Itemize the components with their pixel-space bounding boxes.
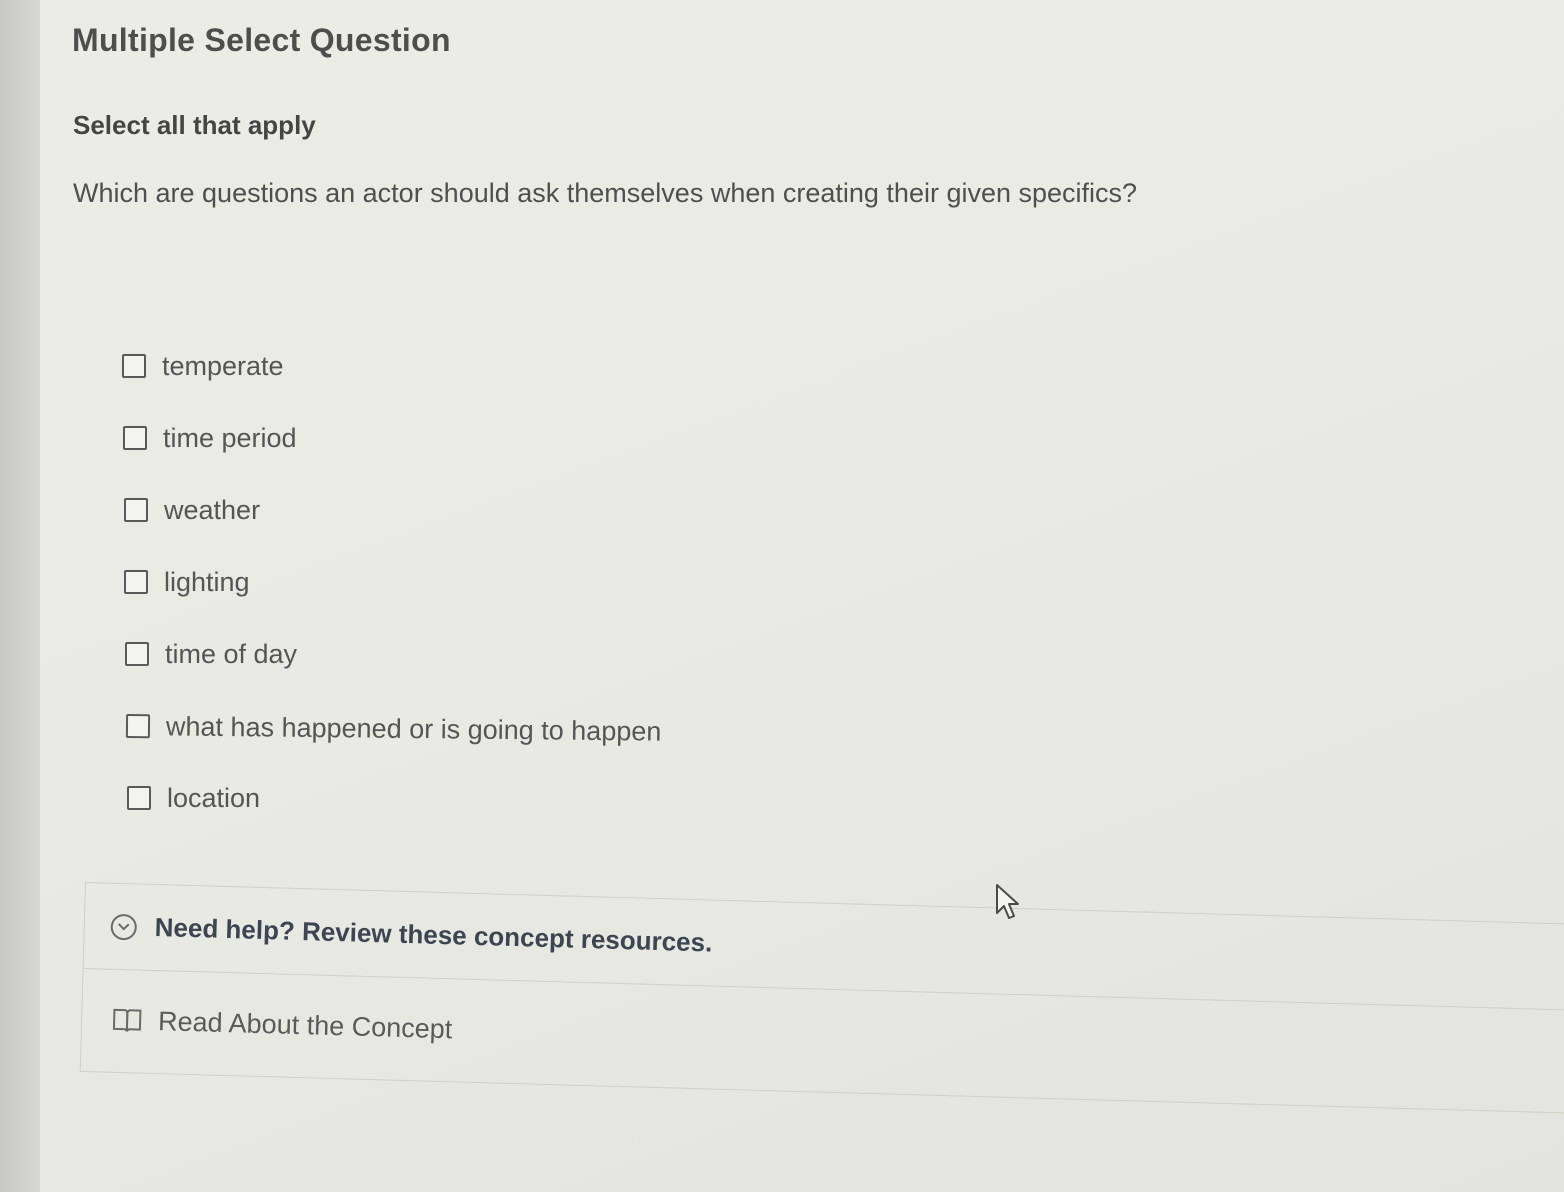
chevron-down-circle-icon <box>110 913 138 940</box>
checkbox[interactable] <box>124 570 148 594</box>
checkbox[interactable] <box>125 714 151 739</box>
concept-resources-panel: Need help? Review these concept resource… <box>79 882 1564 1114</box>
answer-option[interactable]: temperate <box>122 330 657 402</box>
question-prompt: Which are questions an actor should ask … <box>73 178 1138 208</box>
checkbox[interactable] <box>124 498 148 522</box>
answer-option[interactable]: location <box>127 762 662 834</box>
option-label: weather <box>164 494 261 525</box>
answer-option[interactable]: time of day <box>125 618 660 690</box>
checkbox[interactable] <box>125 642 149 666</box>
question-page: Multiple Select Question Select all that… <box>40 0 1564 1192</box>
instruction-text: Select all that apply <box>73 110 316 140</box>
answer-options: temperate time period weather lighting t… <box>122 330 662 834</box>
book-icon <box>112 1008 142 1032</box>
checkbox[interactable] <box>122 354 146 378</box>
mouse-pointer-icon <box>996 884 1019 919</box>
checkbox[interactable] <box>127 786 151 810</box>
option-label: time of day <box>165 638 298 669</box>
help-title: Need help? Review these concept resource… <box>154 911 713 958</box>
concept-link-label: Read About the Concept <box>157 1005 453 1044</box>
option-label: location <box>167 782 261 813</box>
answer-option[interactable]: lighting <box>124 546 659 618</box>
option-label: temperate <box>162 350 284 381</box>
answer-option[interactable]: weather <box>124 474 659 546</box>
option-label: time period <box>163 422 297 453</box>
option-label: lighting <box>164 566 250 597</box>
checkbox[interactable] <box>123 426 147 450</box>
answer-option[interactable]: what has happened or is going to happen <box>125 690 662 768</box>
question-type-heading: Multiple Select Question <box>72 22 451 58</box>
option-label: what has happened or is going to happen <box>165 710 662 747</box>
answer-option[interactable]: time period <box>123 402 658 474</box>
